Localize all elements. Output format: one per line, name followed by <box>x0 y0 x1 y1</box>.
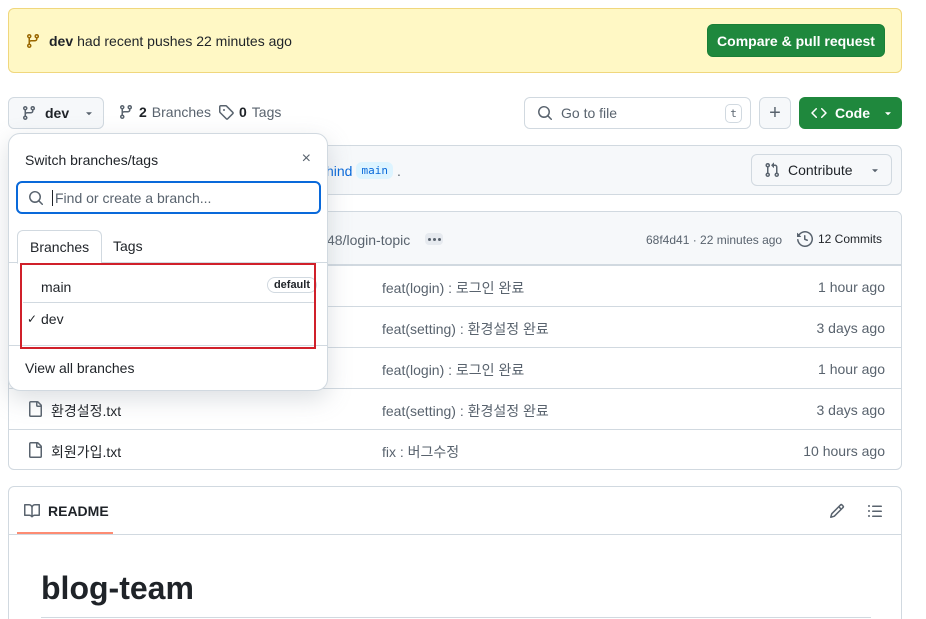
git-branch-icon <box>27 33 39 49</box>
dropdown-title: Switch branches/tags <box>25 152 159 168</box>
readme-tab[interactable]: README <box>24 503 109 519</box>
base-branch-pill: main <box>356 162 393 179</box>
file-commit-message[interactable]: feat(setting) : 환경설정 완료 <box>382 319 549 339</box>
branch-selector-button[interactable]: dev <box>8 97 104 129</box>
current-branch-label: dev <box>45 105 70 121</box>
file-commit-time: 3 days ago <box>816 402 886 418</box>
file-commit-message[interactable]: feat(login) : 로그인 완료 <box>382 360 524 380</box>
commits-label: 12 Commits <box>818 232 883 246</box>
readme-heading: blog-team <box>41 570 194 606</box>
keyboard-shortcut-hint: t <box>725 104 742 123</box>
caret-down-icon <box>885 112 891 116</box>
add-file-button[interactable]: + <box>759 97 791 129</box>
file-commit-time: 10 hours ago <box>803 443 885 459</box>
commit-hash-time[interactable]: 68f4d41 · 22 minutes ago <box>646 233 782 247</box>
tab-branches[interactable]: Branches <box>17 230 103 264</box>
file-icon <box>29 401 42 417</box>
tab-tags[interactable]: Tags <box>101 230 155 264</box>
branches-count: 2 <box>139 104 147 120</box>
tags-count: 0 <box>239 104 247 120</box>
contribute-button[interactable]: Contribute <box>751 154 892 186</box>
branch-search-input[interactable]: Find or create a branch... <box>16 181 321 214</box>
text-cursor <box>52 189 53 206</box>
branches-link[interactable]: 2 Branches <box>118 104 211 120</box>
branch-switcher-dropdown: Switch branches/tags × Find or create a … <box>8 133 328 391</box>
highlight-annotation-box <box>20 263 316 349</box>
tag-icon <box>219 105 234 120</box>
book-icon <box>24 503 40 518</box>
file-name[interactable]: 회원가입.txt <box>51 442 121 462</box>
status-trailing: . <box>396 162 401 179</box>
readme-tab-label: README <box>48 503 109 519</box>
git-branch-icon <box>120 104 132 120</box>
expand-commit-button[interactable] <box>425 233 443 245</box>
banner-branch-name[interactable]: dev <box>49 33 73 49</box>
close-icon[interactable]: × <box>302 150 311 168</box>
banner-message: had recent pushes 22 minutes ago <box>77 33 292 49</box>
table-row: 환경설정.txt feat(setting) : 환경설정 완료 3 days … <box>9 388 901 429</box>
list-unordered-icon[interactable] <box>867 503 883 519</box>
code-button[interactable]: Code <box>799 97 902 129</box>
search-icon <box>29 190 44 205</box>
latest-commit-message[interactable]: 48/login-topic <box>327 232 410 248</box>
go-to-file-placeholder: Go to file <box>561 105 618 121</box>
tags-label: Tags <box>251 104 282 120</box>
readme-divider <box>9 534 901 535</box>
branches-label: Branches <box>151 104 211 120</box>
file-commit-message[interactable]: feat(setting) : 환경설정 완료 <box>382 401 549 421</box>
code-button-label: Code <box>835 105 870 121</box>
caret-down-icon <box>86 112 92 116</box>
compare-pull-request-button[interactable]: Compare & pull request <box>707 24 885 57</box>
go-to-file-input[interactable]: Go to file t <box>524 97 751 129</box>
file-icon <box>29 442 42 458</box>
file-commit-time: 1 hour ago <box>818 361 885 377</box>
git-branch-icon <box>23 105 35 121</box>
behind-link[interactable]: hind <box>326 163 352 179</box>
branch-search-placeholder: Find or create a branch... <box>55 189 212 206</box>
code-icon <box>811 107 827 119</box>
caret-down-icon <box>871 169 878 173</box>
history-icon <box>797 231 813 247</box>
pencil-icon[interactable] <box>829 503 845 519</box>
file-commit-time: 1 hour ago <box>818 279 885 295</box>
search-icon <box>538 106 553 121</box>
dropdown-tabs: Branches Tags <box>9 230 327 264</box>
tags-link[interactable]: 0 Tags <box>218 104 281 120</box>
table-row: 회원가입.txt fix : 버그수정 10 hours ago <box>9 429 901 469</box>
file-commit-message[interactable]: fix : 버그수정 <box>382 442 459 462</box>
commits-link[interactable]: 12 Commits <box>797 231 882 247</box>
file-name[interactable]: 환경설정.txt <box>51 401 121 421</box>
git-pull-request-icon <box>765 162 780 178</box>
contribute-label: Contribute <box>788 162 853 178</box>
file-commit-message[interactable]: feat(login) : 로그인 완료 <box>382 278 524 298</box>
branch-status-text: hind main . <box>326 162 401 179</box>
view-all-branches-link[interactable]: View all branches <box>25 360 134 376</box>
readme-heading-rule <box>41 617 871 618</box>
recent-push-text: dev had recent pushes 22 minutes ago <box>25 33 292 49</box>
file-commit-time: 3 days ago <box>816 320 886 336</box>
